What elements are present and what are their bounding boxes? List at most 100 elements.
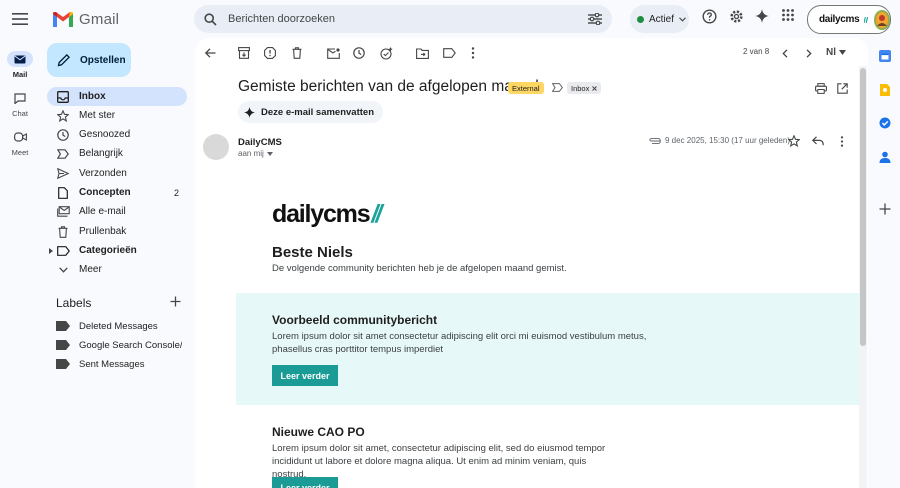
open-new-window-button[interactable]	[837, 83, 848, 94]
avatar	[874, 9, 890, 30]
back-button[interactable]	[203, 46, 217, 60]
rail-chat-pill	[7, 90, 33, 106]
label-tag-icon	[56, 340, 70, 350]
read-more-button[interactable]: Leer verder	[272, 477, 338, 488]
input-language-button[interactable]: Nl	[826, 47, 846, 58]
label-item-search-console[interactable]: Google Search Console/...	[56, 337, 182, 353]
settings-button[interactable]	[729, 9, 744, 24]
input-language-label: Nl	[826, 47, 836, 58]
nav-item-important[interactable]: Belangrijk	[47, 144, 187, 163]
label-name: Deleted Messages	[79, 320, 158, 332]
rail-item-chat[interactable]: Chat	[0, 90, 40, 118]
snooze-button[interactable]	[352, 46, 366, 60]
labels-button[interactable]	[442, 46, 456, 60]
rail-label-chat: Chat	[12, 109, 28, 118]
recipient-details[interactable]: aan mij	[238, 149, 273, 158]
mail-icon	[14, 55, 26, 63]
add-label-button[interactable]	[170, 296, 181, 307]
print-icon	[815, 83, 827, 94]
more-actions-button[interactable]	[466, 46, 480, 60]
nav-label-important: Belangrijk	[79, 148, 123, 159]
folder-move-icon	[415, 47, 429, 59]
contacts-app-button[interactable]	[878, 150, 892, 164]
calendar-app-button[interactable]	[878, 49, 892, 63]
keep-app-button[interactable]	[878, 83, 892, 97]
all-mail-icon	[56, 205, 70, 219]
more-vert-icon	[471, 47, 475, 59]
search-icon	[204, 12, 217, 26]
trash-icon	[56, 225, 70, 239]
mark-unread-button[interactable]	[326, 46, 340, 60]
gmail-logo[interactable]: Gmail	[53, 10, 119, 28]
sparkle-icon	[244, 106, 255, 118]
chevron-right-icon	[806, 48, 812, 58]
nav-item-sent[interactable]: Verzonden	[47, 164, 187, 183]
archive-icon	[238, 47, 250, 59]
older-button[interactable]	[802, 46, 816, 60]
chat-icon	[14, 92, 26, 104]
tasks-icon	[879, 117, 891, 129]
label-item-sent-messages[interactable]: Sent Messages	[56, 356, 182, 372]
apps-button[interactable]	[782, 9, 794, 21]
star-icon	[788, 135, 800, 147]
search-input[interactable]: Berichten doorzoeken	[228, 13, 588, 25]
compose-button[interactable]: Opstellen	[47, 43, 131, 77]
nav-item-drafts[interactable]: Concepten 2	[47, 183, 187, 202]
nav-item-categories[interactable]: Categorieën	[47, 241, 187, 260]
add-task-icon	[379, 47, 392, 60]
mark-unread-icon	[326, 47, 340, 59]
status-selector[interactable]: Actief	[630, 5, 689, 33]
sender-name[interactable]: DailyCMS	[238, 137, 282, 148]
keep-icon	[880, 84, 890, 96]
print-button[interactable]	[815, 83, 827, 94]
rail-item-mail[interactable]: Mail	[0, 51, 40, 79]
gemini-button[interactable]	[755, 9, 769, 23]
read-more-button[interactable]: Leer verder	[272, 365, 338, 386]
nav-label-categories: Categorieën	[79, 245, 137, 256]
nav-label-inbox: Inbox	[79, 91, 106, 102]
delete-button[interactable]	[290, 46, 304, 60]
plus-icon	[170, 296, 181, 307]
report-spam-button[interactable]	[263, 46, 277, 60]
nav-item-more[interactable]: Meer	[47, 260, 187, 279]
add-addon-button[interactable]	[879, 202, 891, 215]
datetime-label: 9 dec 2025, 15:30 (17 uur geleden)	[665, 136, 790, 145]
search-bar[interactable]: Berichten doorzoeken	[194, 5, 612, 33]
nav-label-more: Meer	[79, 264, 102, 275]
nav-item-trash[interactable]: Prullenbak	[47, 222, 187, 241]
add-task-button[interactable]	[379, 46, 393, 60]
tasks-app-button[interactable]	[878, 116, 892, 130]
nav-item-inbox[interactable]: Inbox	[47, 87, 187, 106]
importance-marker[interactable]	[552, 83, 563, 92]
message-datetime: 9 dec 2025, 15:30 (17 uur geleden)	[649, 136, 790, 145]
email-greeting: Beste Niels	[272, 244, 353, 261]
calendar-icon	[879, 50, 891, 62]
scrollbar-thumb[interactable]	[860, 68, 866, 346]
apps-grid-icon	[782, 9, 794, 21]
video-icon	[13, 132, 27, 142]
nav-label-snoozed: Gesnoozed	[79, 129, 131, 140]
message-more-button[interactable]	[840, 136, 844, 147]
help-button[interactable]	[702, 9, 717, 24]
move-to-button[interactable]	[415, 46, 429, 60]
archive-button[interactable]	[237, 46, 251, 60]
labels-heading: Labels	[56, 296, 92, 310]
account-switcher[interactable]: dailycms	[807, 5, 891, 34]
newer-button[interactable]	[778, 46, 792, 60]
rail-item-meet[interactable]: Meet	[0, 129, 40, 157]
brand-slash-icon	[864, 16, 869, 23]
label-name: Sent Messages	[79, 358, 145, 370]
nav-item-snoozed[interactable]: Gesnoozed	[47, 125, 187, 144]
status-dot-icon	[637, 15, 644, 23]
nav-item-starred[interactable]: Met ster	[47, 106, 187, 125]
nav-item-all-mail[interactable]: Alle e-mail	[47, 202, 187, 221]
summarize-button[interactable]: Deze e-mail samenvatten	[238, 101, 383, 123]
label-item-deleted[interactable]: Deleted Messages	[56, 318, 182, 334]
star-button[interactable]	[788, 135, 800, 147]
help-icon	[702, 9, 717, 24]
main-menu-button[interactable]	[8, 7, 32, 31]
reply-button[interactable]	[812, 136, 824, 146]
sender-avatar	[203, 134, 229, 160]
inbox-badge[interactable]: Inbox	[567, 82, 602, 94]
gmail-m-icon	[53, 11, 73, 27]
